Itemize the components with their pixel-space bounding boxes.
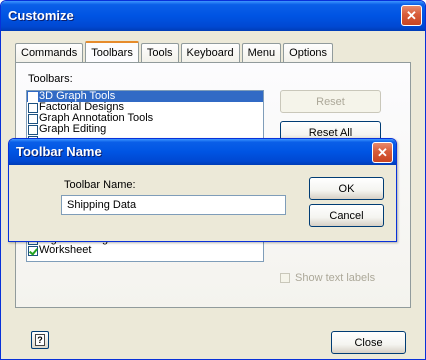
window-title: Customize bbox=[8, 8, 74, 23]
help-button[interactable]: ? bbox=[31, 331, 49, 349]
toolbar-checkbox[interactable] bbox=[28, 245, 38, 256]
toolbar-list-item[interactable]: Graph Editing bbox=[27, 124, 263, 135]
show-text-labels-checkbox[interactable] bbox=[280, 273, 290, 283]
reset-button[interactable]: Reset bbox=[280, 90, 381, 113]
customize-titlebar[interactable]: Customize ✕ bbox=[1, 1, 425, 31]
toolbar-checkbox[interactable] bbox=[28, 124, 38, 135]
toolbar-list-item[interactable]: Worksheet bbox=[27, 245, 263, 256]
close-icon: ✕ bbox=[406, 7, 417, 23]
customize-window: Customize ✕ Commands Toolbars Tools Keyb… bbox=[0, 0, 426, 360]
toolbar-name-label: Toolbar Name: bbox=[64, 179, 136, 191]
toolbar-checkbox[interactable] bbox=[28, 91, 38, 102]
toolbar-name-dialog: Toolbar Name ✕ Toolbar Name: Shipping Da… bbox=[8, 138, 397, 242]
show-text-labels-option[interactable]: Show text labels bbox=[280, 272, 375, 284]
dialog-close-button[interactable]: ✕ bbox=[372, 142, 393, 163]
toolbar-list-item-label: Worksheet bbox=[39, 244, 92, 256]
toolbars-label: Toolbars: bbox=[28, 73, 73, 85]
toolbar-checkbox[interactable] bbox=[28, 102, 38, 113]
toolbar-checkbox[interactable] bbox=[28, 113, 38, 124]
tab-menu[interactable]: Menu bbox=[241, 43, 282, 62]
tab-keyboard[interactable]: Keyboard bbox=[180, 43, 240, 62]
tab-strip: Commands Toolbars Tools Keyboard Menu Op… bbox=[15, 41, 335, 62]
help-icon: ? bbox=[35, 334, 45, 346]
toolbar-list-item-label: Graph Editing bbox=[39, 123, 107, 135]
toolbar-name-input[interactable]: Shipping Data bbox=[61, 195, 286, 215]
close-button[interactable]: Close bbox=[331, 331, 406, 354]
tab-commands[interactable]: Commands bbox=[15, 43, 84, 62]
show-text-labels-label: Show text labels bbox=[295, 272, 376, 284]
window-close-button[interactable]: ✕ bbox=[401, 5, 422, 26]
dialog-title: Toolbar Name bbox=[16, 144, 102, 159]
tab-options[interactable]: Options bbox=[283, 43, 334, 62]
tab-tools[interactable]: Tools bbox=[140, 43, 179, 62]
ok-button[interactable]: OK bbox=[309, 177, 384, 200]
cancel-button[interactable]: Cancel bbox=[309, 204, 384, 227]
tab-toolbars[interactable]: Toolbars bbox=[85, 41, 139, 62]
close-icon: ✕ bbox=[377, 144, 388, 160]
dialog-titlebar[interactable]: Toolbar Name ✕ bbox=[9, 139, 396, 165]
